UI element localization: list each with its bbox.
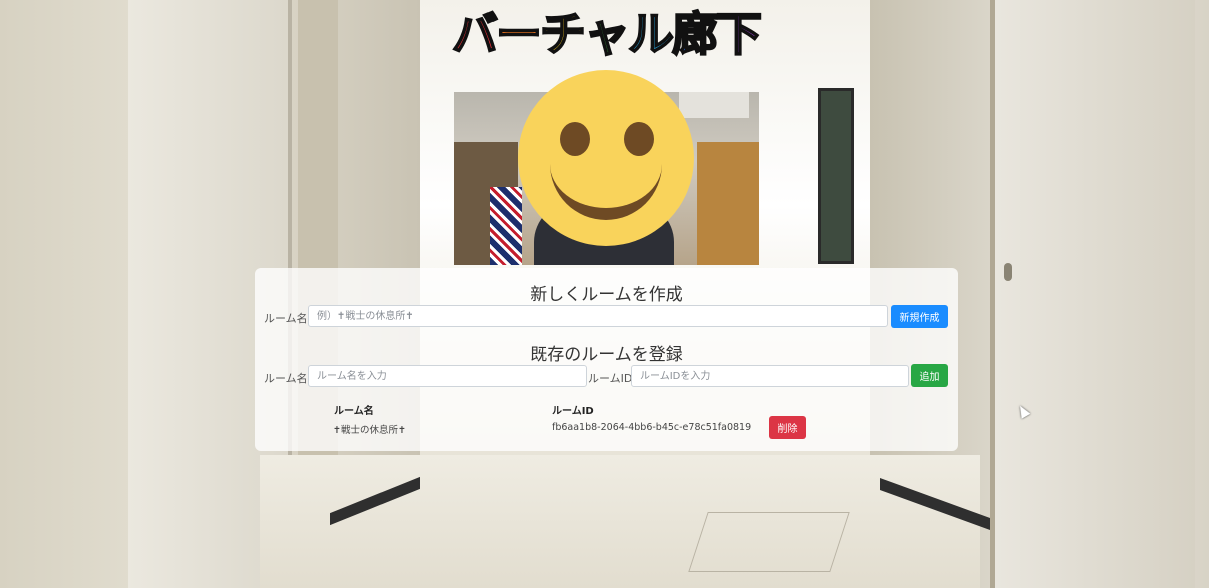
- table-header-room-name: ルーム名: [334, 406, 374, 417]
- register-room-id-label: ルームID: [588, 372, 633, 385]
- create-room-heading: 新しくルームを作成: [530, 285, 683, 305]
- title-char: ー: [495, 6, 543, 62]
- floor: [260, 455, 980, 588]
- register-room-name-input[interactable]: [308, 365, 587, 387]
- smiley-face-icon: [518, 70, 694, 246]
- room-id-cell: fb6aa1b8-2064-4bb6-b45c-e78c51fa0819: [552, 422, 752, 433]
- delete-room-button[interactable]: 削除: [769, 416, 806, 439]
- register-room-name-label: ルーム名: [264, 372, 308, 385]
- title-char: ャ: [583, 6, 631, 62]
- video-aircon: [679, 92, 749, 118]
- floor-hatch: [688, 512, 850, 572]
- create-room-name-label: ルーム名: [264, 312, 308, 325]
- title-char: バ: [451, 6, 499, 62]
- right-door: [990, 0, 1195, 588]
- room-name-cell: ✝戦士の休息所✝: [333, 425, 406, 436]
- door-knob: [1004, 263, 1012, 281]
- room-panel: 新しくルームを作成 ルーム名 新規作成 既存のルームを登録 ルーム名 ルームID…: [255, 268, 958, 451]
- create-room-button[interactable]: 新規作成: [891, 305, 948, 328]
- register-room-heading: 既存のルームを登録: [530, 345, 683, 365]
- title-char: 廊: [671, 6, 719, 62]
- video-cabinet: [697, 142, 759, 265]
- register-room-id-input[interactable]: [631, 365, 909, 387]
- smiley-mouth: [550, 144, 662, 220]
- corridor-window: [818, 88, 854, 264]
- create-room-name-input[interactable]: [308, 305, 888, 327]
- table-header-room-id: ルームID: [552, 406, 594, 417]
- title-char: 下: [715, 6, 763, 62]
- title-char: ル: [627, 6, 675, 62]
- video-flag: [490, 187, 522, 265]
- add-room-button[interactable]: 追加: [911, 364, 948, 387]
- app-title: バ ー チ ャ ル 廊 下: [428, 2, 784, 62]
- title-char: チ: [539, 6, 587, 62]
